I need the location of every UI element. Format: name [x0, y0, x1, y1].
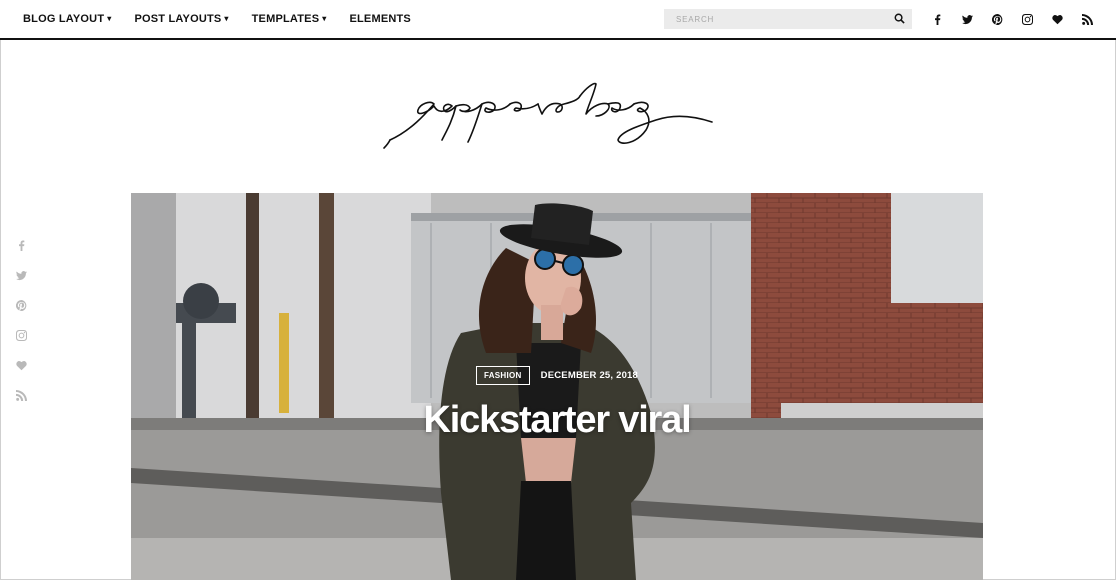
- featured-post-image[interactable]: [131, 193, 983, 580]
- twitter-icon[interactable]: [12, 260, 30, 290]
- nav-blog-layout[interactable]: BLOG LAYOUT ▾: [23, 13, 111, 25]
- nav-templates-label: TEMPLATES: [251, 13, 320, 25]
- nav-elements[interactable]: ELEMENTS: [349, 13, 411, 25]
- main-menu: BLOG LAYOUT ▾ POST LAYOUTS ▾ TEMPLATES ▾…: [23, 0, 434, 38]
- search-input[interactable]: [664, 9, 886, 30]
- post-meta: FASHION DECEMBER 25, 2018: [131, 366, 983, 385]
- search-icon[interactable]: [894, 13, 905, 24]
- post-date: DECEMBER 25, 2018: [540, 370, 639, 381]
- category-badge[interactable]: FASHION: [475, 366, 530, 385]
- nav-elements-label: ELEMENTS: [349, 13, 411, 25]
- heart-icon[interactable]: [12, 350, 30, 380]
- rss-icon[interactable]: [1072, 0, 1102, 38]
- pinterest-icon[interactable]: [982, 0, 1012, 38]
- post-title[interactable]: Kickstarter viral: [131, 399, 983, 442]
- search-box: [664, 9, 912, 30]
- featured-post[interactable]: FASHION DECEMBER 25, 2018 Kickstarter vi…: [131, 193, 983, 580]
- side-share-bar: [12, 230, 30, 410]
- site-logo[interactable]: [382, 70, 728, 156]
- nav-post-layouts[interactable]: POST LAYOUTS ▾: [134, 13, 228, 25]
- facebook-icon[interactable]: [922, 0, 952, 38]
- nav-blog-layout-label: BLOG LAYOUT: [23, 13, 105, 25]
- facebook-icon[interactable]: [12, 230, 30, 260]
- instagram-icon[interactable]: [12, 320, 30, 350]
- instagram-icon[interactable]: [1012, 0, 1042, 38]
- chevron-down-icon: ▾: [107, 13, 112, 23]
- rss-icon[interactable]: [12, 380, 30, 410]
- chevron-down-icon: ▾: [322, 13, 327, 23]
- nav-post-layouts-label: POST LAYOUTS: [134, 13, 222, 25]
- chevron-down-icon: ▾: [224, 13, 229, 23]
- twitter-icon[interactable]: [952, 0, 982, 38]
- header-social-links: [922, 0, 1102, 38]
- pinterest-icon[interactable]: [12, 290, 30, 320]
- nav-templates[interactable]: TEMPLATES ▾: [252, 13, 327, 25]
- heart-icon[interactable]: [1042, 0, 1072, 38]
- top-navigation-bar: BLOG LAYOUT ▾ POST LAYOUTS ▾ TEMPLATES ▾…: [0, 0, 1116, 40]
